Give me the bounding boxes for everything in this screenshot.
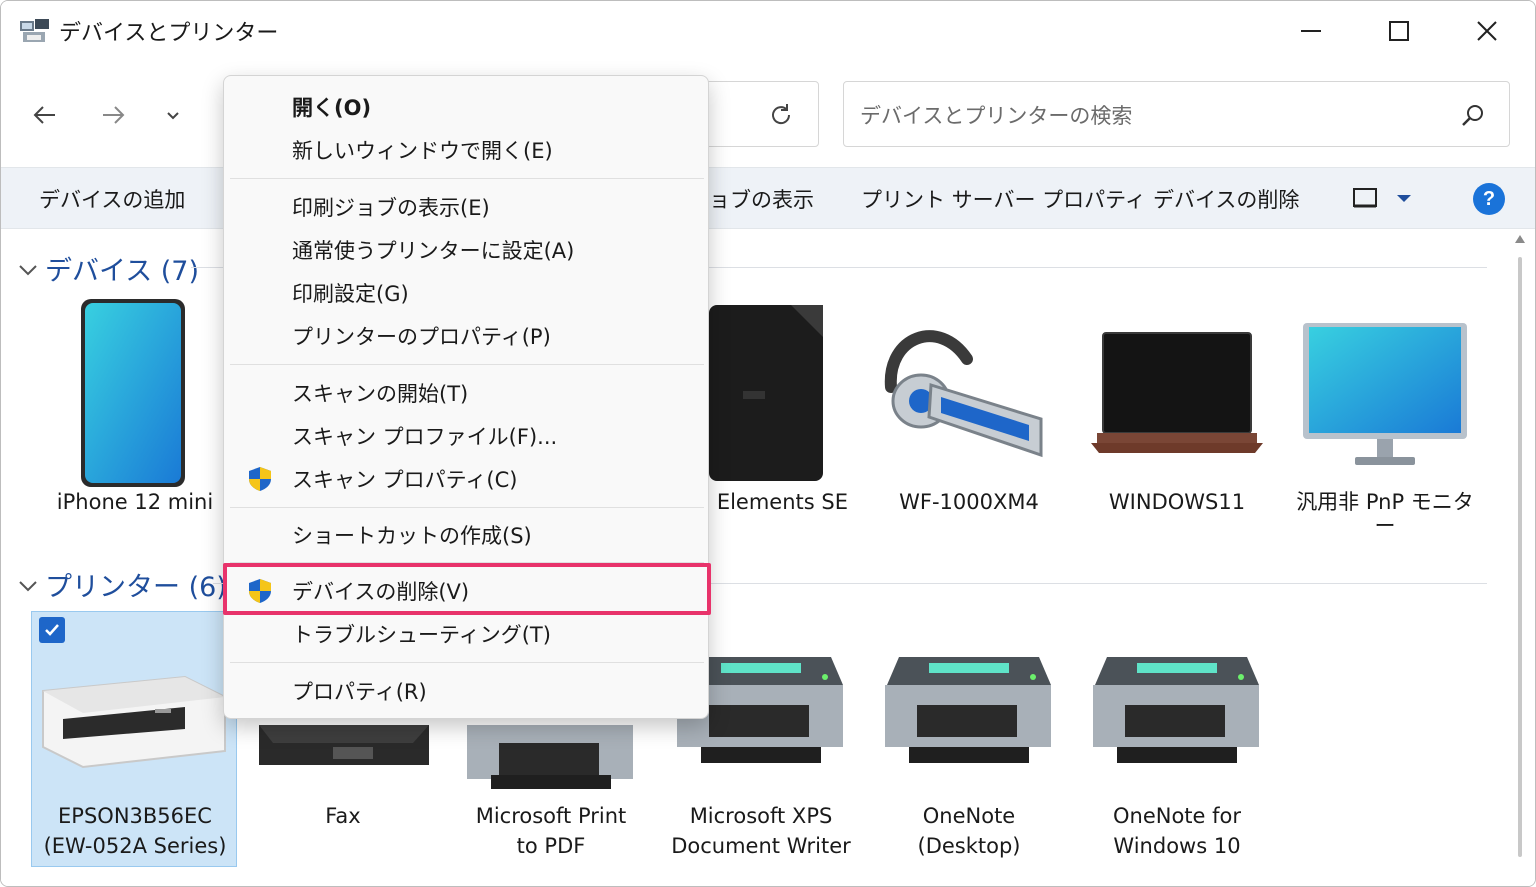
window-title: デバイスとプリンター <box>59 21 279 46</box>
title-bar: デバイスとプリンター <box>1 1 1535 65</box>
monitor-icon <box>1303 323 1467 465</box>
printer-label: Microsoft Print <box>475 804 627 828</box>
menu-item-print-settings[interactable]: 印刷設定(G) <box>224 272 708 312</box>
help-button[interactable]: ? <box>1473 183 1505 215</box>
menu-item-open-new-window[interactable]: 新しいウィンドウで開く(E) <box>224 129 708 169</box>
print-server-properties-button[interactable]: プリント サーバー プロパティ <box>861 184 1146 214</box>
printer-label-line2: (Desktop) <box>917 834 1021 858</box>
laptop-icon <box>1091 332 1263 453</box>
menu-item-create-shortcut[interactable]: ショートカットの作成(S) <box>224 514 708 554</box>
device-laptop[interactable]: WINDOWS11 <box>1077 297 1277 527</box>
search-box[interactable]: デバイスとプリンターの検索 <box>843 81 1510 147</box>
recent-locations-button[interactable] <box>153 95 193 135</box>
arrow-right-icon <box>103 106 125 124</box>
print-jobs-button[interactable]: ョブの表示 <box>709 184 814 214</box>
devices-section-header[interactable]: デバイス (7) <box>17 249 199 288</box>
printer-onenote-win10[interactable]: OneNote for Windows 10 <box>1077 647 1277 867</box>
menu-item-remove-device[interactable]: デバイスの削除(V) <box>224 570 708 610</box>
menu-item-set-default[interactable]: 通常使うプリンターに設定(A) <box>224 229 708 269</box>
vertical-scrollbar[interactable] <box>1509 229 1531 879</box>
menu-item-print-jobs[interactable]: 印刷ジョブの表示(E) <box>224 186 708 226</box>
device-label: WF-1000XM4 <box>899 490 1039 514</box>
maximize-icon <box>1389 21 1409 41</box>
chevron-down-icon <box>19 264 37 275</box>
change-view-icon[interactable] <box>1351 185 1423 213</box>
printers-section-header[interactable]: プリンター (6) <box>17 565 227 604</box>
uac-shield-icon <box>249 579 271 603</box>
chevron-down-icon <box>19 580 37 591</box>
menu-item-scan-properties[interactable]: スキャン プロパティ(C) <box>224 458 708 498</box>
devices-and-printers-window: デバイスとプリンター デバイスとプリンターの検索 デバイスの追加 ョブの表示 プ… <box>0 0 1536 887</box>
search-icon <box>1462 105 1483 126</box>
menu-separator <box>230 364 704 365</box>
selection-checkbox[interactable] <box>39 617 65 643</box>
menu-separator <box>230 662 704 663</box>
menu-separator <box>230 507 704 508</box>
printer-icon <box>1093 657 1259 763</box>
search-placeholder: デバイスとプリンターの検索 <box>860 104 1133 128</box>
menu-separator <box>230 562 704 563</box>
minimize-button[interactable] <box>1281 9 1341 53</box>
chevron-down-icon <box>167 112 179 120</box>
headset-icon <box>884 330 1043 458</box>
printer-epson[interactable]: EPSON3B56EC (EW-052A Series) <box>35 647 235 867</box>
context-menu: 開く(O) 新しいウィンドウで開く(E) 印刷ジョブの表示(E) 通常使うプリン… <box>223 75 709 719</box>
devices-printers-app-icon <box>20 19 49 42</box>
printer-icon <box>885 657 1051 763</box>
printer-label: Fax <box>325 804 361 828</box>
remove-device-button[interactable]: デバイスの削除 <box>1153 184 1299 214</box>
printers-section-title: プリンター (6) <box>45 572 227 603</box>
maximize-button[interactable] <box>1369 9 1429 53</box>
printer-label-line2: Windows 10 <box>1113 834 1241 858</box>
menu-item-start-scan[interactable]: スキャンの開始(T) <box>224 372 708 412</box>
device-label: WINDOWS11 <box>1108 490 1246 514</box>
devices-section-title: デバイス (7) <box>45 256 200 287</box>
device-headset[interactable]: WF-1000XM4 <box>869 297 1069 527</box>
uac-shield-icon <box>249 467 271 491</box>
device-iphone[interactable]: iPhone 12 mini <box>35 297 235 527</box>
printer-onenote-desktop[interactable]: OneNote (Desktop) <box>869 647 1069 867</box>
device-label: iPhone 12 mini <box>56 490 214 514</box>
back-button[interactable] <box>25 95 65 135</box>
printer-label-line2: (EW-052A Series) <box>43 834 227 858</box>
menu-item-troubleshoot[interactable]: トラブルシューティング(T) <box>224 613 708 653</box>
inkjet-printer-icon <box>42 675 226 769</box>
printer-label: OneNote for <box>1112 804 1242 828</box>
arrow-left-icon <box>33 106 55 124</box>
menu-item-properties[interactable]: プロパティ(R) <box>224 670 708 710</box>
printer-label-line2: Document Writer <box>671 834 851 858</box>
printer-label: OneNote <box>922 804 1016 828</box>
minimize-icon <box>1301 30 1321 32</box>
close-icon <box>1477 21 1497 41</box>
printer-label: EPSON3B56EC <box>58 804 212 828</box>
printer-label: Microsoft XPS <box>689 804 833 828</box>
phone-icon <box>81 299 185 487</box>
device-monitor[interactable]: 汎用非 PnP モニタ ー <box>1285 297 1485 538</box>
menu-item-printer-properties[interactable]: プリンターのプロパティ(P) <box>224 315 708 355</box>
printer-label-line2: to PDF <box>516 834 586 858</box>
forward-button[interactable] <box>93 95 133 135</box>
menu-item-scan-profiles[interactable]: スキャン プロファイル(F)... <box>224 415 708 455</box>
refresh-button[interactable] <box>761 99 801 131</box>
checkmark-icon <box>45 624 59 636</box>
close-button[interactable] <box>1457 9 1517 53</box>
add-device-button[interactable]: デバイスの追加 <box>39 184 185 214</box>
device-label-line2: ー <box>1374 514 1396 538</box>
menu-separator <box>230 178 704 179</box>
refresh-icon <box>772 104 791 125</box>
menu-item-open[interactable]: 開く(O) <box>224 86 708 126</box>
